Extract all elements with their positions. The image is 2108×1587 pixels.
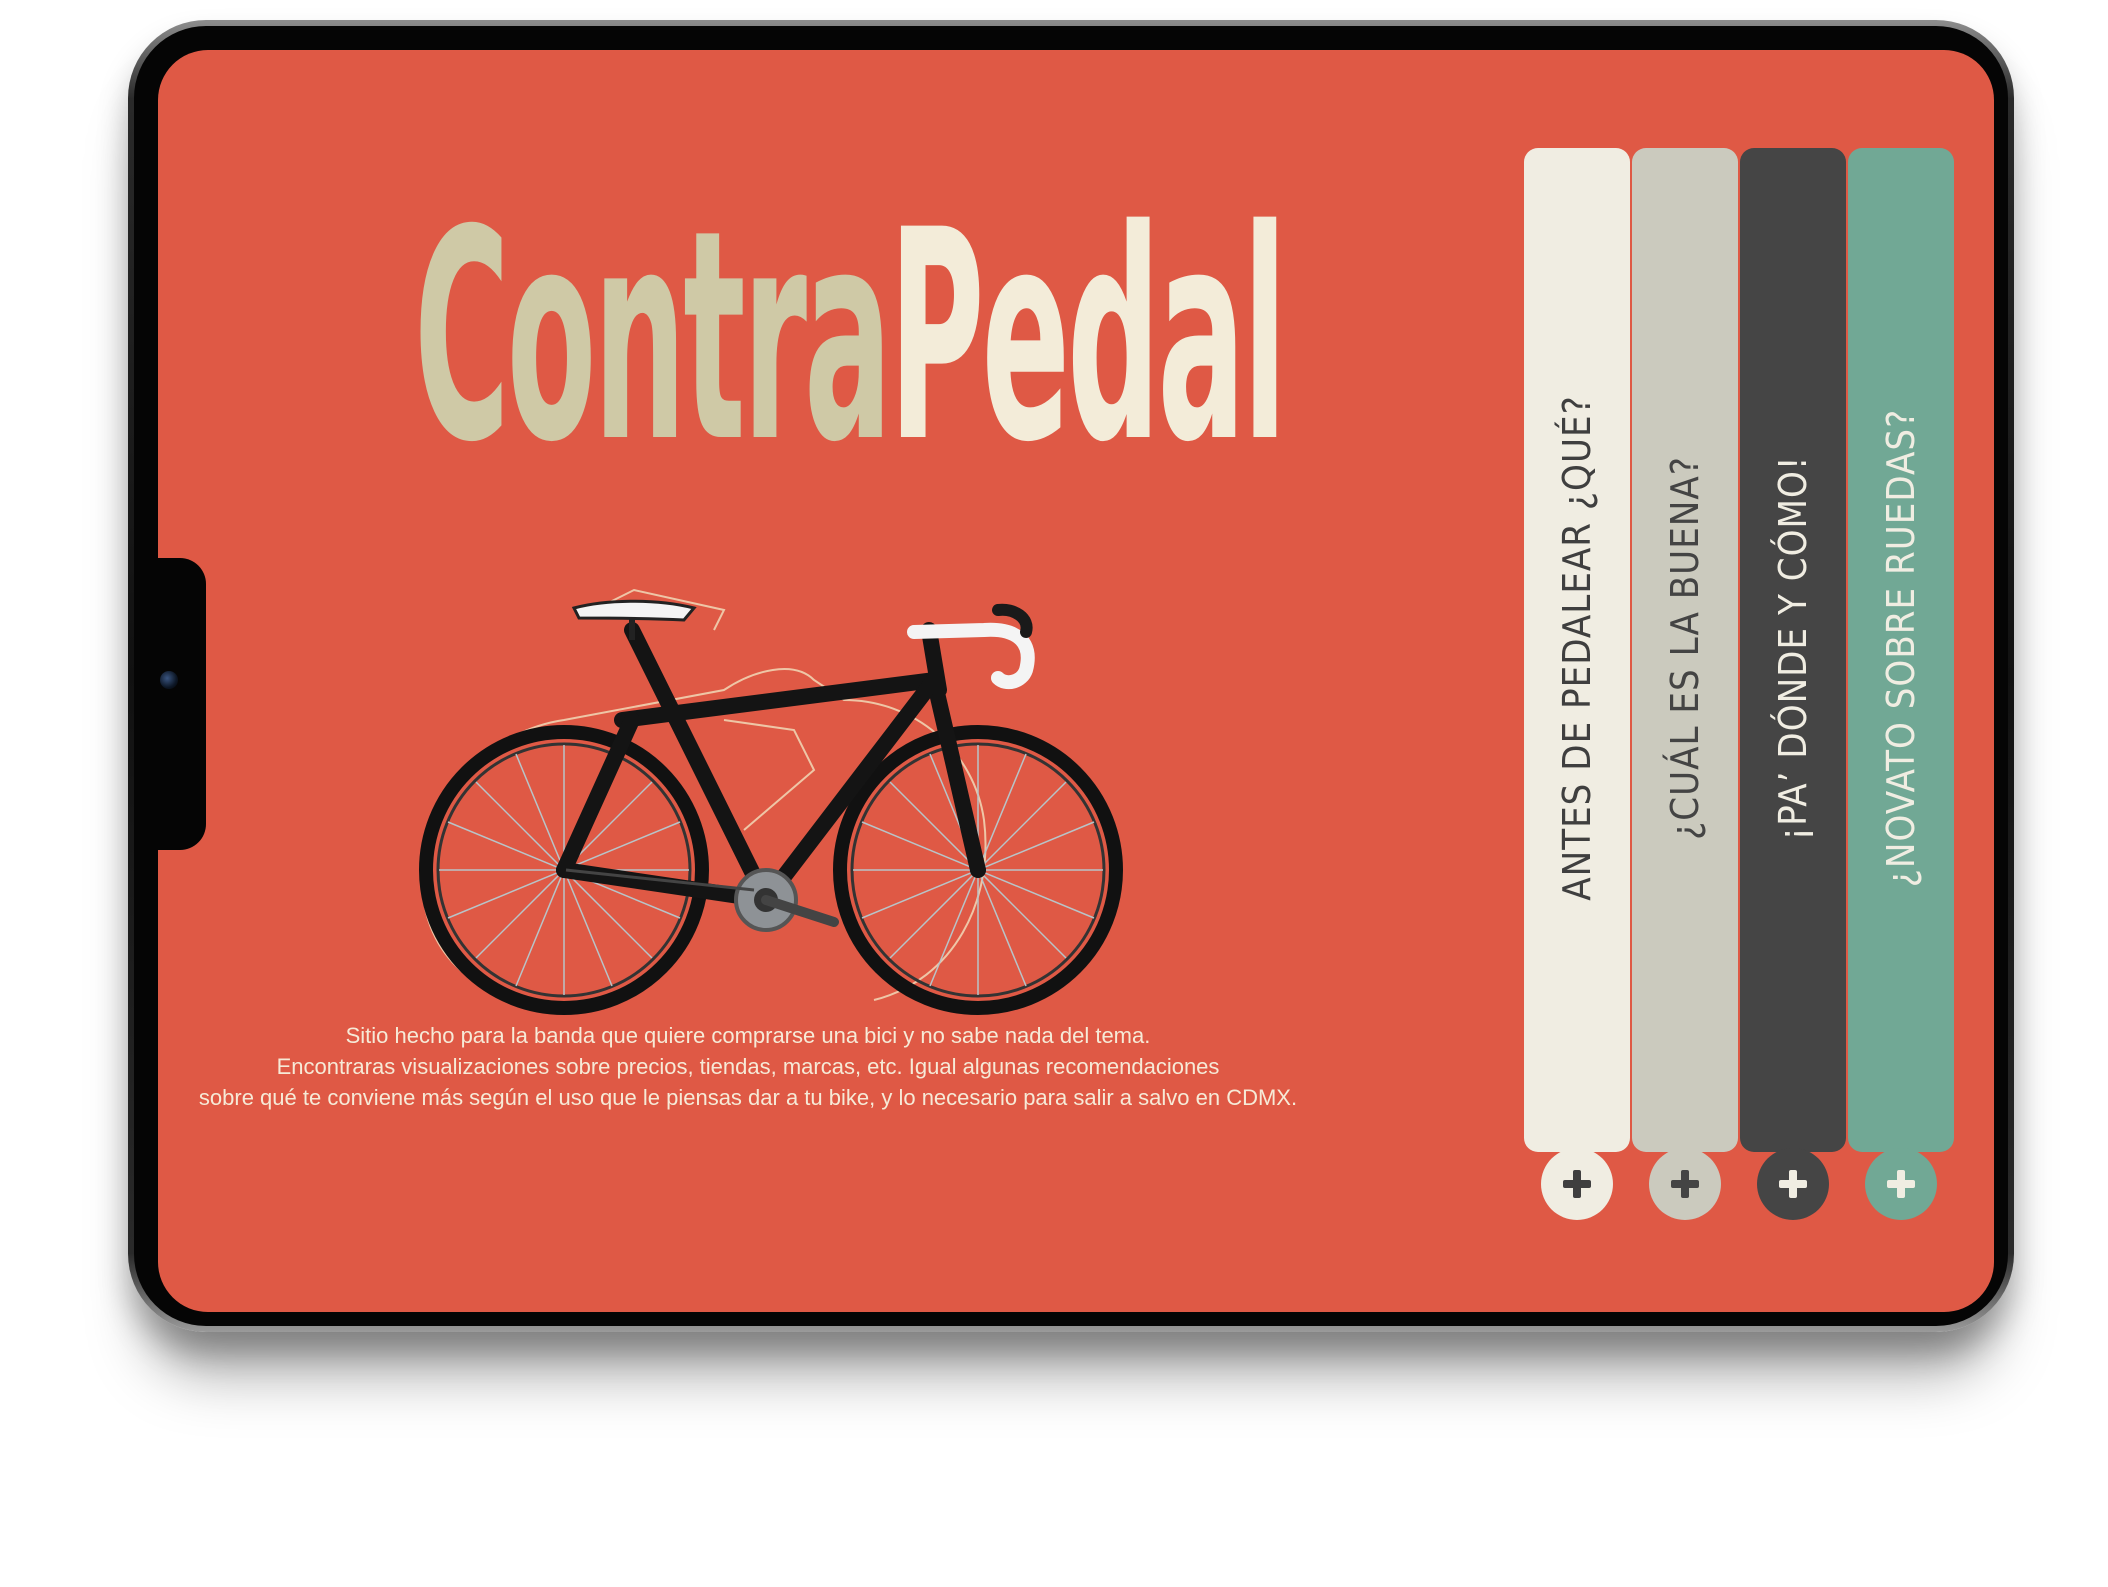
menu-column-cual-es-la-buena[interactable]: ¿CUÁL ES LA BUENA? xyxy=(1632,148,1738,1220)
road-bike-illustration xyxy=(419,588,1123,1015)
menu-label-4: ¿NOVATO SOBRE RUEDAS? xyxy=(1879,408,1923,888)
contrapedal-logo: ContraPedal xyxy=(414,178,1287,538)
screen: ContraPedal Sitio hecho para la banda qu… xyxy=(158,50,1994,1312)
section-menu: ANTES DE PEDALEAR ¿QUÉ? ¿CUÁL ES LA BUEN… xyxy=(1524,148,1956,1220)
camera-lens xyxy=(160,671,178,689)
bike-saddle xyxy=(571,599,697,622)
stage: ContraPedal Sitio hecho para la banda qu… xyxy=(0,0,2108,1587)
logo-pedal: Pedal xyxy=(888,169,1287,506)
menu-column-antes-de-pedalear[interactable]: ANTES DE PEDALEAR ¿QUÉ? xyxy=(1524,148,1630,1220)
description-line-1: Sitio hecho para la banda que quiere com… xyxy=(345,1023,1151,1048)
plus-icon[interactable] xyxy=(1649,1148,1721,1220)
logo-contra: Contra xyxy=(414,169,892,506)
menu-column-pa-donde-y-como[interactable]: ¡PA’ DÓNDE Y CÓMO! xyxy=(1740,148,1846,1220)
plus-icon[interactable] xyxy=(1757,1148,1829,1220)
plus-icon[interactable] xyxy=(1865,1148,1937,1220)
tablet-frame: ContraPedal Sitio hecho para la banda qu… xyxy=(128,20,2014,1332)
plus-icon[interactable] xyxy=(1541,1148,1613,1220)
description-line-3: sobre qué te conviene más según el uso q… xyxy=(198,1085,1298,1110)
menu-label-2: ¿CUÁL ES LA BUENA? xyxy=(1663,456,1707,840)
site-description: Sitio hecho para la banda que quiere com… xyxy=(198,1020,1298,1113)
bike-outline-halo xyxy=(421,588,987,1001)
camera-notch xyxy=(158,558,206,850)
description-line-2: Encontraras visualizaciones sobre precio… xyxy=(276,1054,1220,1079)
menu-column-novato-sobre-ruedas[interactable]: ¿NOVATO SOBRE RUEDAS? xyxy=(1848,148,1954,1220)
tablet-bezel: ContraPedal Sitio hecho para la banda qu… xyxy=(134,26,2008,1326)
menu-label-3: ¡PA’ DÓNDE Y CÓMO! xyxy=(1771,455,1815,841)
menu-label-1: ANTES DE PEDALEAR ¿QUÉ? xyxy=(1555,395,1599,901)
